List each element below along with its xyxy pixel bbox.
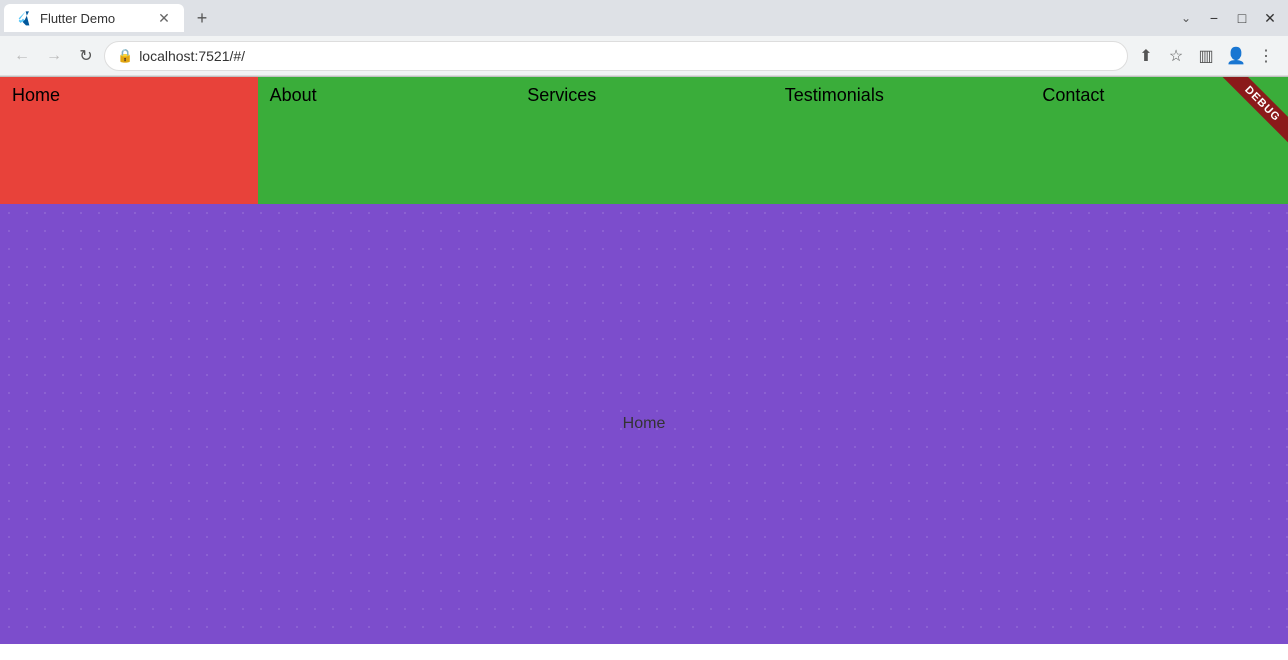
nav-item-contact[interactable]: Contact	[1030, 77, 1288, 204]
nav-area: Home About Services Testimonials Contact	[0, 77, 1288, 204]
maximize-button[interactable]: □	[1228, 4, 1256, 32]
back-button[interactable]: ←	[8, 42, 36, 70]
home-page-text: Home	[623, 415, 666, 433]
tab-close-button[interactable]: ✕	[156, 10, 172, 26]
bookmark-button[interactable]: ☆	[1162, 42, 1190, 70]
tab-title: Flutter Demo	[40, 11, 148, 26]
nav-label-home: Home	[12, 85, 60, 106]
nav-label-testimonials: Testimonials	[785, 85, 884, 106]
window-close-button[interactable]: ✕	[1256, 4, 1284, 32]
address-bar[interactable]: 🔒 localhost:7521/#/	[104, 41, 1128, 71]
new-tab-button[interactable]: +	[188, 4, 216, 32]
nav-label-contact: Contact	[1042, 85, 1104, 106]
address-lock-icon: 🔒	[117, 48, 133, 64]
reload-button[interactable]: ↻	[72, 42, 100, 70]
nav-item-services[interactable]: Services	[515, 77, 773, 204]
browser-tab[interactable]: Flutter Demo ✕	[4, 4, 184, 32]
address-text: localhost:7521/#/	[139, 48, 1115, 64]
menu-button[interactable]: ⋮	[1252, 42, 1280, 70]
nav-item-about[interactable]: About	[258, 77, 516, 204]
toolbar-actions: ⬆ ☆ ▥ 👤 ⋮	[1132, 42, 1280, 70]
sidebar-button[interactable]: ▥	[1192, 42, 1220, 70]
nav-item-home[interactable]: Home	[0, 77, 258, 204]
account-button[interactable]: 👤	[1222, 42, 1250, 70]
forward-button[interactable]: →	[40, 42, 68, 70]
window-controls: ⌄ − □ ✕	[1172, 4, 1284, 32]
main-content: Home	[0, 204, 1288, 644]
browser-toolbar: ← → ↻ 🔒 localhost:7521/#/ ⬆ ☆ ▥ 👤 ⋮	[0, 36, 1288, 76]
minimize-button[interactable]: −	[1200, 4, 1228, 32]
share-button[interactable]: ⬆	[1132, 42, 1160, 70]
tab-more-button[interactable]: ⌄	[1172, 4, 1200, 32]
page-content: Home About Services Testimonials Contact…	[0, 77, 1288, 644]
tab-bar: Flutter Demo ✕ + ⌄ − □ ✕	[0, 0, 1288, 36]
nav-label-services: Services	[527, 85, 596, 106]
nav-item-testimonials[interactable]: Testimonials	[773, 77, 1031, 204]
browser-chrome: Flutter Demo ✕ + ⌄ − □ ✕ ← → ↻ 🔒 localho…	[0, 0, 1288, 77]
flutter-favicon	[16, 10, 32, 26]
nav-label-about: About	[270, 85, 317, 106]
